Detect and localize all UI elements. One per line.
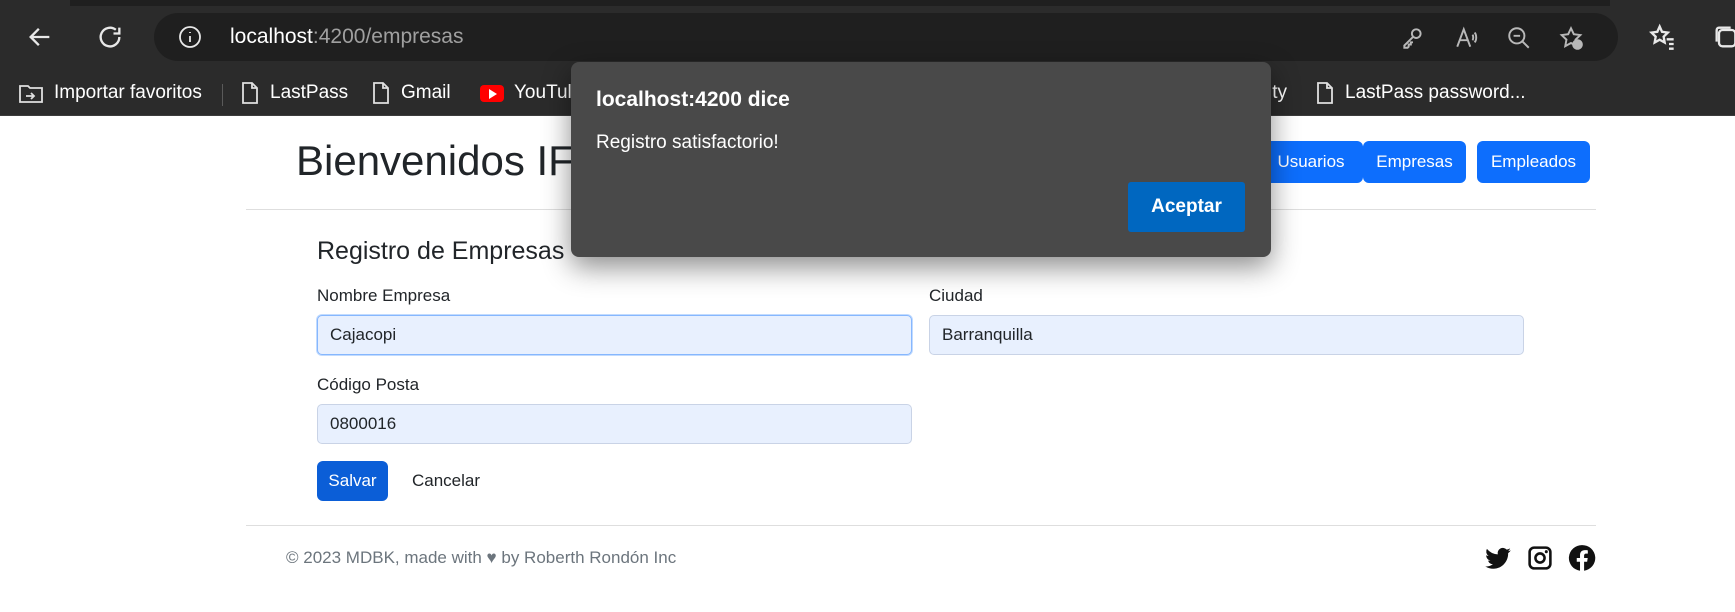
ciudad-input[interactable]: [929, 315, 1524, 355]
url-text[interactable]: localhost:4200/empresas: [230, 25, 463, 49]
bookmark-youtube-label: YouTul: [514, 82, 572, 103]
zoom-out-icon[interactable]: [1506, 25, 1532, 51]
bookmark-youtube[interactable]: YouTul: [480, 78, 572, 108]
info-icon[interactable]: [178, 25, 202, 49]
page-icon: [242, 82, 258, 104]
cancel-button[interactable]: Cancelar: [405, 461, 487, 501]
key-icon[interactable]: [1400, 25, 1426, 51]
bookmark-lastpass-password[interactable]: LastPass password...: [1315, 78, 1526, 108]
back-icon[interactable]: [20, 17, 60, 57]
nav-usuarios-button[interactable]: Usuarios: [1259, 141, 1363, 183]
collections-icon[interactable]: [1706, 17, 1735, 57]
youtube-icon: [480, 84, 504, 102]
url-host: localhost: [230, 25, 313, 48]
nombre-empresa-input[interactable]: [317, 315, 912, 355]
refresh-icon[interactable]: [90, 17, 130, 57]
page-icon: [373, 82, 389, 104]
bookmark-lastpass-password-label: LastPass password...: [1345, 82, 1526, 103]
read-aloud-icon[interactable]: [1454, 25, 1480, 51]
tab-strip: [70, 0, 1610, 6]
bookmark-lastpass-label: LastPass: [270, 82, 349, 103]
bookmark-gmail-label: Gmail: [401, 82, 451, 103]
alert-dialog: localhost:4200 dice Registro satisfactor…: [571, 62, 1271, 257]
codigo-postal-input[interactable]: [317, 404, 912, 444]
page-icon: [1317, 82, 1333, 104]
dialog-message: Registro satisfactorio!: [596, 132, 779, 153]
browser-toolbar: localhost:4200/empresas: [0, 0, 1735, 70]
form-title: Registro de Empresas: [317, 237, 565, 265]
nav-empresas-button[interactable]: Empresas: [1363, 141, 1466, 183]
bookmark-lastpass[interactable]: LastPass: [240, 78, 348, 108]
footer-divider: [246, 525, 1596, 526]
accept-button[interactable]: Aceptar: [1128, 182, 1245, 232]
bookmark-gmail[interactable]: Gmail: [371, 78, 451, 108]
bookmark-import-label: Importar favoritos: [54, 82, 202, 103]
address-bar[interactable]: localhost:4200/empresas: [154, 13, 1618, 61]
add-favorite-icon[interactable]: [1558, 25, 1584, 51]
save-button[interactable]: Salvar: [317, 461, 388, 501]
bookmark-import[interactable]: Importar favoritos: [18, 78, 202, 108]
folder-icon: [19, 85, 43, 103]
dialog-title: localhost:4200 dice: [596, 88, 790, 111]
footer-copyright: © 2023 MDBK, made with ♥ by Roberth Rond…: [286, 548, 677, 567]
instagram-icon[interactable]: [1526, 544, 1554, 572]
nombre-empresa-label: Nombre Empresa: [317, 286, 451, 305]
nav-empleados-button[interactable]: Empleados: [1477, 141, 1590, 183]
twitter-icon[interactable]: [1484, 544, 1512, 572]
url-path: :4200/empresas: [312, 25, 464, 48]
codigo-postal-label: Código Posta: [317, 375, 420, 394]
favorites-icon[interactable]: [1642, 17, 1682, 57]
bookmarks-divider: [222, 84, 223, 106]
facebook-icon[interactable]: [1568, 544, 1596, 572]
ciudad-label: Ciudad: [929, 286, 983, 305]
page-title: Bienvenidos IF: [296, 137, 574, 184]
